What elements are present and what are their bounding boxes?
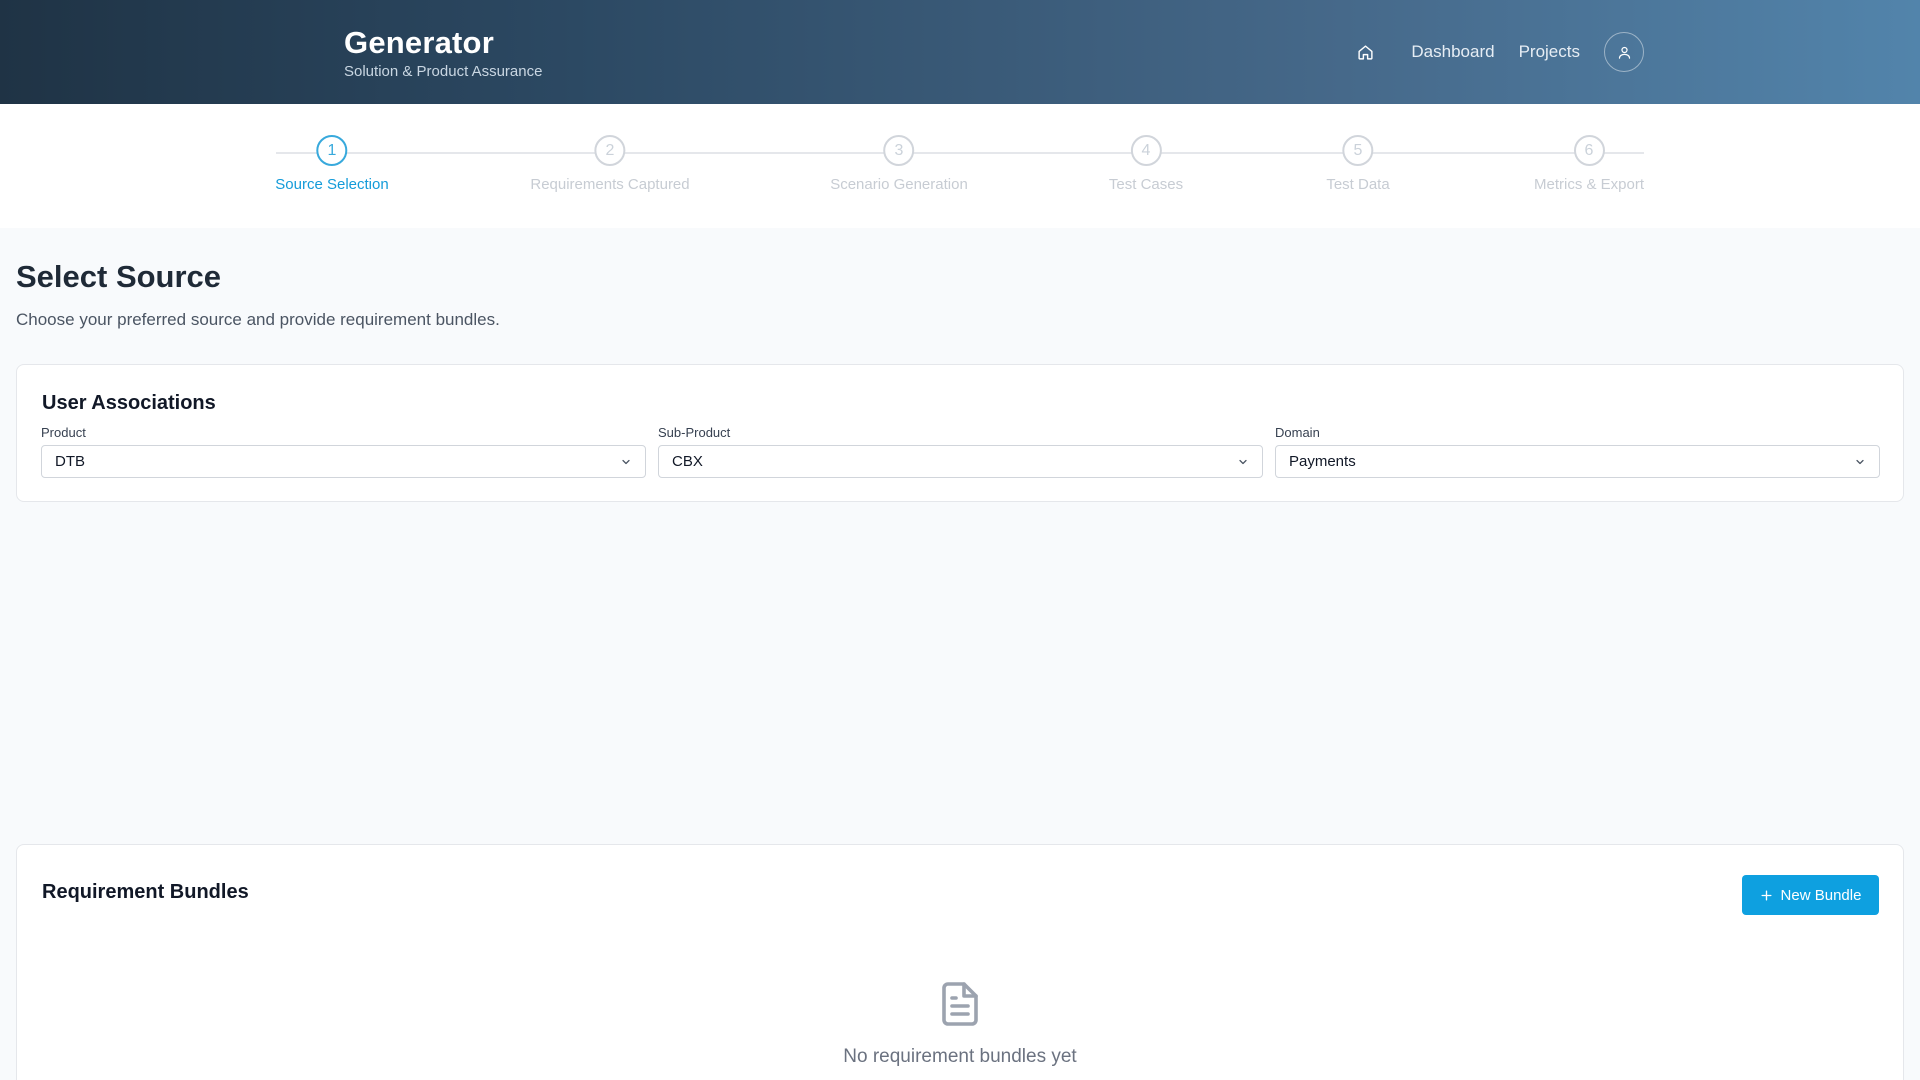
sub-product-label: Sub-Product [658, 425, 731, 440]
app-header: Generator Solution & Product Assurance D… [0, 0, 1920, 104]
product-label: Product [41, 425, 86, 440]
header-nav: Dashboard Projects [1345, 32, 1644, 72]
new-bundle-button[interactable]: New Bundle [1742, 875, 1879, 915]
step-label: Scenario Generation [830, 176, 968, 193]
domain-field: Domain Payments [1275, 425, 1880, 478]
plus-icon [1761, 889, 1772, 901]
chevron-down-icon [1856, 459, 1864, 465]
page-description: Choose your preferred source and provide… [16, 310, 500, 329]
chevron-down-icon [1239, 459, 1247, 465]
step-scenario-generation[interactable]: 3 Scenario Generation [830, 135, 968, 193]
sub-product-select[interactable]: CBX [658, 445, 1263, 478]
app-title: Generator [344, 25, 494, 60]
step-number: 2 [594, 135, 626, 166]
progress-stepper: 1 Source Selection 2 Requirements Captur… [0, 104, 1920, 228]
requirement-bundles-card: Requirement Bundles New Bundle No requir… [16, 844, 1904, 1080]
page-title: Select Source [16, 259, 222, 294]
product-select[interactable]: DTB [41, 445, 646, 478]
step-label: Metrics & Export [1533, 176, 1645, 193]
domain-label: Domain [1275, 425, 1320, 440]
brand: Generator Solution & Product Assurance [344, 25, 542, 81]
domain-select[interactable]: Payments [1275, 445, 1880, 478]
user-avatar-button[interactable] [1604, 32, 1644, 72]
step-number: 3 [883, 135, 915, 166]
card-title: Requirement Bundles [42, 881, 249, 903]
step-number: 6 [1573, 135, 1605, 166]
step-number: 1 [316, 135, 348, 166]
step-test-cases[interactable]: 4 Test Cases [1109, 135, 1183, 193]
sub-product-field: Sub-Product CBX [658, 425, 1263, 478]
step-source-selection[interactable]: 1 Source Selection [275, 135, 389, 193]
user-icon [1618, 46, 1630, 59]
app-subtitle: Solution & Product Assurance [344, 63, 543, 80]
new-bundle-label: New Bundle [1780, 886, 1862, 904]
card-title: User Associations [42, 392, 216, 414]
sub-product-value: CBX [672, 453, 703, 470]
product-value: DTB [55, 453, 85, 470]
domain-value: Payments [1289, 453, 1356, 470]
nav-dashboard-link[interactable]: Dashboard [1411, 42, 1494, 62]
chevron-down-icon [622, 459, 630, 465]
document-icon [942, 982, 978, 1026]
step-label: Source Selection [275, 176, 389, 193]
nav-projects-link[interactable]: Projects [1519, 42, 1580, 62]
step-test-data[interactable]: 5 Test Data [1326, 135, 1390, 193]
step-metrics-export[interactable]: 6 Metrics & Export [1534, 135, 1644, 193]
home-icon[interactable] [1345, 32, 1385, 72]
product-field: Product DTB [41, 425, 646, 478]
empty-state-text: No requirement bundles yet [843, 1046, 1077, 1067]
step-label: Test Cases [1108, 176, 1184, 193]
step-label: Requirements Captured [530, 176, 690, 193]
user-associations-card: User Associations Product DTB Sub-Produc… [16, 364, 1904, 502]
step-requirements-captured[interactable]: 2 Requirements Captured [530, 135, 690, 193]
step-number: 4 [1130, 135, 1162, 166]
step-number: 5 [1342, 135, 1374, 166]
step-label: Test Data [1326, 176, 1390, 193]
